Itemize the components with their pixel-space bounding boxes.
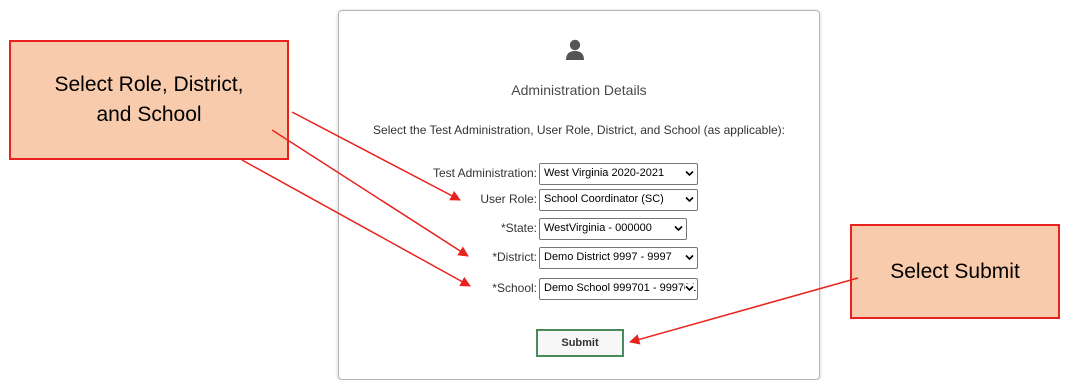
chevron-down-icon [685, 253, 694, 262]
district-select[interactable]: Demo District 9997 - 9997 [539, 247, 698, 269]
school-label: *School: [492, 281, 537, 295]
submit-button[interactable]: Submit [536, 329, 624, 357]
chevron-down-icon [685, 284, 694, 293]
state-label: *State: [500, 221, 537, 235]
district-value: Demo District 9997 - 9997 [544, 251, 672, 263]
user-role-label: User Role: [480, 192, 537, 206]
school-value: Demo School 999701 - 999701 [544, 282, 697, 294]
callout-role-line1: Select Role, District, [54, 73, 244, 96]
chevron-down-icon [685, 195, 694, 204]
state-select[interactable]: WestVirginia - 000000 [539, 218, 687, 240]
test-administration-label: Test Administration: [432, 166, 537, 180]
callout-select-submit: Select Submit [850, 224, 1060, 319]
callout-select-role: Select Role, District, and School [9, 40, 289, 160]
state-row: *State: WestVirginia - 000000 [339, 218, 699, 240]
instructions-text: Select the Test Administration, User Rol… [373, 123, 785, 137]
user-role-select[interactable]: School Coordinator (SC) [539, 189, 698, 211]
user-role-row: User Role: School Coordinator (SC) [339, 189, 699, 211]
state-value: WestVirginia - 000000 [544, 222, 652, 234]
panel-title: Administration Details [511, 82, 647, 98]
test-administration-row: Test Administration: West Virginia 2020-… [339, 163, 699, 185]
chevron-down-icon [685, 169, 694, 178]
user-icon [566, 39, 584, 60]
test-administration-select[interactable]: West Virginia 2020-2021 [539, 163, 698, 185]
school-select[interactable]: Demo School 999701 - 999701 [539, 278, 698, 300]
administration-details-panel: Administration Details Select the Test A… [338, 10, 820, 380]
test-administration-value: West Virginia 2020-2021 [544, 167, 665, 179]
school-row: *School: Demo School 999701 - 999701 [339, 278, 699, 300]
chevron-down-icon [674, 224, 683, 233]
district-label: *District: [492, 250, 537, 264]
user-role-value: School Coordinator (SC) [544, 193, 664, 205]
district-row: *District: Demo District 9997 - 9997 [339, 247, 699, 269]
callout-role-line2: and School [96, 103, 202, 126]
